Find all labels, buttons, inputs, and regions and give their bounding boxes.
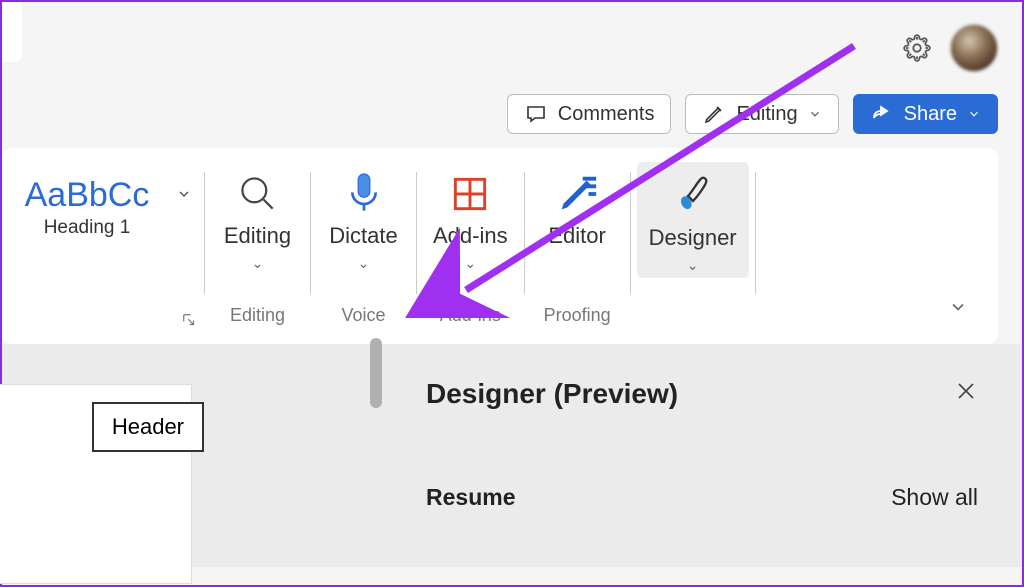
editing-label: Editing <box>736 103 797 126</box>
title-bar <box>2 2 1022 94</box>
chevron-down-icon <box>967 107 981 121</box>
chevron-down-icon <box>176 186 192 202</box>
styles-dialog-launcher[interactable] <box>180 311 198 332</box>
paintbrush-icon <box>673 172 713 220</box>
close-pane-button[interactable] <box>954 378 978 410</box>
style-heading1[interactable]: AaBbCc Heading 1 <box>6 166 168 245</box>
gear-icon <box>903 34 931 62</box>
user-avatar[interactable] <box>950 24 998 72</box>
designer-panel-title: Designer (Preview) <box>426 378 678 410</box>
corner-decor <box>2 2 22 62</box>
styles-expand-button[interactable] <box>168 186 200 202</box>
editing-find-button[interactable]: Editing ⌄ <box>205 158 310 272</box>
voice-group-label: Voice <box>311 305 416 326</box>
group-divider <box>755 172 756 294</box>
designer-section-title: Resume <box>426 484 515 511</box>
comments-button[interactable]: Comments <box>507 94 672 134</box>
dictate-btn-label: Dictate <box>329 223 397 249</box>
comments-label: Comments <box>558 103 655 126</box>
designer-btn-label: Designer <box>649 225 737 251</box>
collapse-ribbon-button[interactable] <box>948 297 968 322</box>
designer-button[interactable]: Designer ⌄ <box>637 162 749 278</box>
command-bar: Comments Editing Share <box>2 94 1022 148</box>
dictate-button[interactable]: Dictate ⌄ <box>311 158 416 272</box>
chevron-down-icon: ⌄ <box>464 255 476 272</box>
microphone-icon <box>344 170 384 218</box>
content-area: Header Designer (Preview) Resume Show al… <box>2 344 1022 567</box>
chevron-down-icon: ⌄ <box>687 257 699 274</box>
style-name-label: Heading 1 <box>14 217 160 239</box>
editing-group-label: Editing <box>205 305 310 326</box>
scrollbar-thumb[interactable] <box>370 338 382 408</box>
addins-grid-icon <box>448 172 492 216</box>
pen-icon <box>702 102 726 126</box>
document-pane: Header <box>2 344 382 567</box>
share-icon <box>870 102 894 126</box>
settings-button[interactable] <box>902 33 932 63</box>
dialog-launcher-icon <box>180 311 198 329</box>
comment-icon <box>524 102 548 126</box>
show-all-link[interactable]: Show all <box>891 484 978 511</box>
header-region-label[interactable]: Header <box>92 402 204 452</box>
editor-btn-label: Editor <box>548 223 605 249</box>
chevron-down-icon <box>948 297 968 317</box>
editing-mode-button[interactable]: Editing <box>685 94 838 134</box>
addins-group-label: Add-ins <box>417 305 524 326</box>
share-label: Share <box>904 103 957 126</box>
chevron-down-icon: ⌄ <box>358 255 370 272</box>
share-button[interactable]: Share <box>853 94 998 134</box>
chevron-down-icon: ⌄ <box>252 255 264 272</box>
designer-panel: Designer (Preview) Resume Show all <box>382 344 1022 567</box>
magnifier-icon <box>236 172 280 216</box>
proofing-group-label: Proofing <box>525 305 630 326</box>
editing-btn-label: Editing <box>224 223 291 249</box>
addins-button[interactable]: Add-ins ⌄ <box>417 158 524 272</box>
close-icon <box>954 379 978 403</box>
editor-button[interactable]: Editor <box>525 158 630 249</box>
styles-gallery[interactable]: AaBbCc Heading 1 <box>2 158 204 336</box>
style-sample-text: AaBbCc <box>14 176 160 215</box>
editor-pen-icon <box>554 170 600 218</box>
ribbon: AaBbCc Heading 1 Editing ⌄ Editing Dicta… <box>2 148 998 344</box>
addins-btn-label: Add-ins <box>433 223 508 249</box>
chevron-down-icon <box>808 107 822 121</box>
